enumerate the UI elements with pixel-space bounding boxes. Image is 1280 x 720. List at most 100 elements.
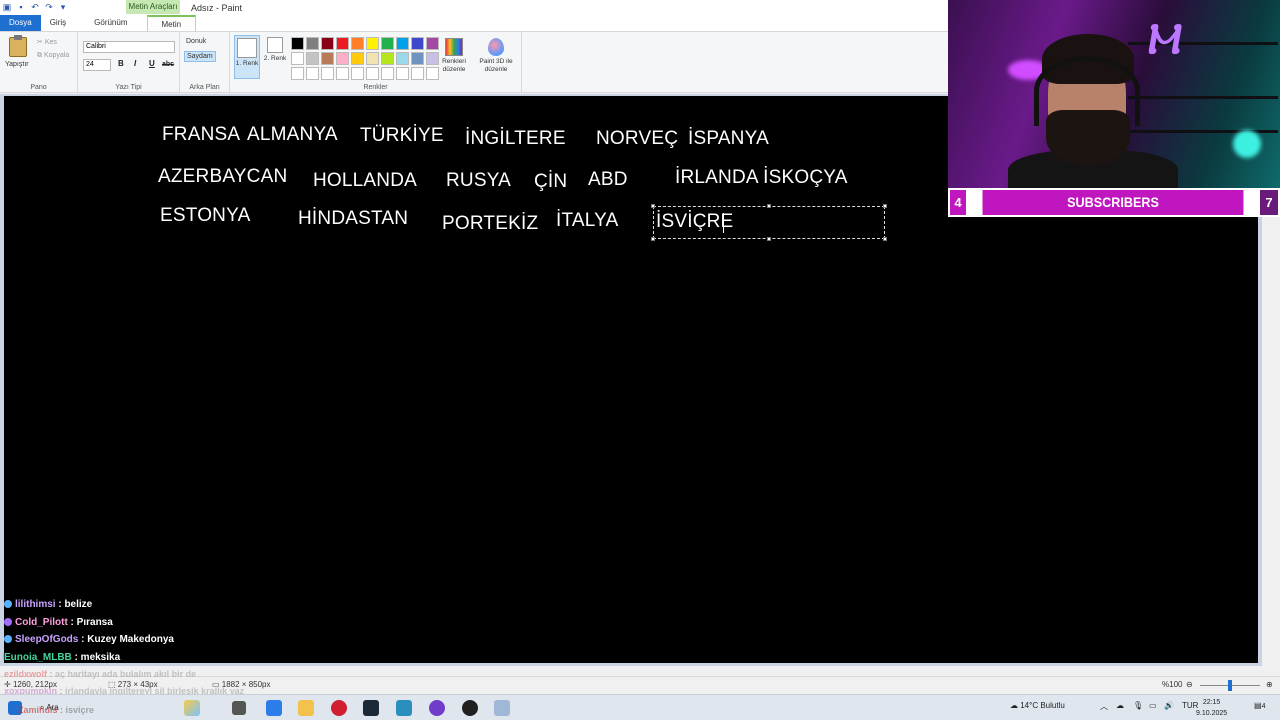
canvas-text: İSPANYA: [688, 128, 769, 149]
quick-access-toolbar: ▣ ▪ ↶ ↷ ▾: [2, 2, 68, 12]
system-clock[interactable]: 22:15 9.10.2025: [1196, 697, 1227, 719]
opera-icon[interactable]: [331, 700, 347, 716]
subscriber-label: SUBSCRIBERS: [982, 190, 1244, 215]
zoom-out-button[interactable]: ⊖: [1186, 680, 1193, 689]
palette-swatch[interactable]: [381, 67, 394, 80]
palette-swatch[interactable]: [381, 37, 394, 50]
palette-swatch[interactable]: [351, 67, 364, 80]
palette-swatch[interactable]: [366, 37, 379, 50]
cut-button[interactable]: ✂ Kes: [37, 38, 57, 46]
tray-chevron-icon[interactable]: ︿: [1100, 701, 1108, 712]
palette-swatch[interactable]: [366, 67, 379, 80]
undo-icon[interactable]: ↶: [30, 2, 40, 12]
task-view-icon[interactable]: [232, 701, 246, 715]
palette-swatch[interactable]: [306, 67, 319, 80]
volume-icon[interactable]: 🔊: [1164, 701, 1174, 710]
notification-button[interactable]: ▤4: [1254, 701, 1265, 710]
weather-widget[interactable]: ☁ 14°C Bulutlu: [1010, 701, 1065, 710]
zoom-slider-thumb[interactable]: [1228, 680, 1232, 691]
palette-swatch[interactable]: [336, 67, 349, 80]
font-size-select[interactable]: 24: [83, 59, 111, 71]
palette-swatch[interactable]: [291, 52, 304, 65]
badge-icon: [4, 617, 12, 626]
tab-view[interactable]: Görünüm: [85, 15, 136, 31]
palette-swatch[interactable]: [336, 52, 349, 65]
resize-handle[interactable]: [883, 204, 887, 208]
paint3d-button[interactable]: Paint 3D ile düzenle: [476, 36, 516, 86]
palette-swatch[interactable]: [426, 52, 439, 65]
resize-handle[interactable]: [883, 237, 887, 241]
palette-swatch[interactable]: [396, 37, 409, 50]
palette-swatch[interactable]: [381, 52, 394, 65]
tab-file[interactable]: Dosya: [0, 15, 41, 31]
palette-swatch[interactable]: [411, 52, 424, 65]
palette-swatch[interactable]: [321, 67, 334, 80]
chat-message-faded: ezildxwolf : aç haritayı ada bulalım akı…: [4, 669, 197, 679]
save-icon[interactable]: ▪: [16, 2, 26, 12]
background-group-label: Arka Plan: [189, 84, 220, 91]
edit-colors-button[interactable]: Renkleri düzenle: [440, 36, 468, 86]
palette-swatch[interactable]: [396, 52, 409, 65]
resize-handle[interactable]: [767, 204, 771, 208]
paste-icon[interactable]: [9, 35, 27, 57]
font-group-label: Yazı Tipi: [115, 84, 142, 91]
color1-selector[interactable]: 1. Renk: [234, 35, 260, 79]
paint-taskbar-icon[interactable]: [494, 700, 510, 716]
zoom-in-button[interactable]: ⊕: [1266, 680, 1273, 689]
discord-icon[interactable]: [429, 700, 445, 716]
palette-swatch[interactable]: [321, 52, 334, 65]
store-icon[interactable]: [266, 700, 282, 716]
palette-swatch[interactable]: [321, 37, 334, 50]
opaque-option[interactable]: Donuk: [184, 37, 208, 46]
palette-swatch[interactable]: [351, 52, 364, 65]
copilot-icon[interactable]: [184, 700, 200, 716]
paste-button[interactable]: Yapıştır: [5, 61, 29, 68]
palette-swatch[interactable]: [396, 67, 409, 80]
strikethrough-button[interactable]: abc: [162, 61, 174, 68]
network-icon[interactable]: ▭: [1149, 701, 1157, 710]
copy-button[interactable]: ⧉ Kopyala: [37, 52, 69, 60]
palette-swatch[interactable]: [426, 37, 439, 50]
palette-swatch[interactable]: [291, 67, 304, 80]
transparent-option[interactable]: Saydam: [184, 51, 216, 62]
steam-icon[interactable]: [363, 700, 379, 716]
file-explorer-icon[interactable]: [298, 700, 314, 716]
palette-swatch[interactable]: [411, 67, 424, 80]
palette-swatch[interactable]: [336, 37, 349, 50]
resize-handle[interactable]: [651, 237, 655, 241]
active-text[interactable]: İSVİÇRE: [656, 211, 733, 233]
italic-button[interactable]: I: [134, 59, 136, 68]
bold-button[interactable]: B: [118, 59, 124, 68]
window-title: Adsız - Paint: [191, 3, 243, 13]
tab-text[interactable]: Metin: [146, 15, 197, 31]
onedrive-icon[interactable]: ☁: [1116, 701, 1124, 710]
app-icon[interactable]: [396, 700, 412, 716]
microphone-icon[interactable]: 🎙: [1133, 701, 1143, 710]
rainbow-icon: [445, 38, 463, 56]
palette-swatch[interactable]: [411, 37, 424, 50]
underline-button[interactable]: U: [149, 59, 155, 68]
ribbon-tabs: Dosya Giriş Görünüm Metin: [0, 15, 197, 31]
active-text-box[interactable]: İSVİÇRE: [651, 204, 887, 241]
palette-swatch[interactable]: [306, 37, 319, 50]
monster-logo-icon: Ⲙ: [1143, 14, 1187, 63]
resize-handle[interactable]: [651, 204, 655, 208]
notification-icon: ▤: [1254, 701, 1262, 710]
palette-swatch[interactable]: [306, 52, 319, 65]
palette-swatch[interactable]: [351, 37, 364, 50]
tab-home[interactable]: Giriş: [41, 15, 75, 31]
palette-swatch[interactable]: [291, 37, 304, 50]
palette-swatch[interactable]: [426, 67, 439, 80]
color2-selector[interactable]: 2. Renk: [262, 35, 288, 79]
context-tab-text-tools: Metin Araçları: [126, 0, 180, 14]
webcam-feed: Ⲙ: [948, 0, 1280, 188]
redo-icon[interactable]: ↷: [44, 2, 54, 12]
palette-swatch[interactable]: [366, 52, 379, 65]
headset: [1034, 56, 1140, 126]
chat-message: SleepOfGods : Kuzey Makedonya: [4, 631, 174, 649]
obs-icon[interactable]: [462, 700, 478, 716]
canvas-text: ÇİN: [534, 171, 568, 192]
resize-handle[interactable]: [767, 237, 771, 241]
font-family-select[interactable]: Calibri: [83, 41, 175, 53]
customize-qat-icon[interactable]: ▾: [58, 2, 68, 12]
